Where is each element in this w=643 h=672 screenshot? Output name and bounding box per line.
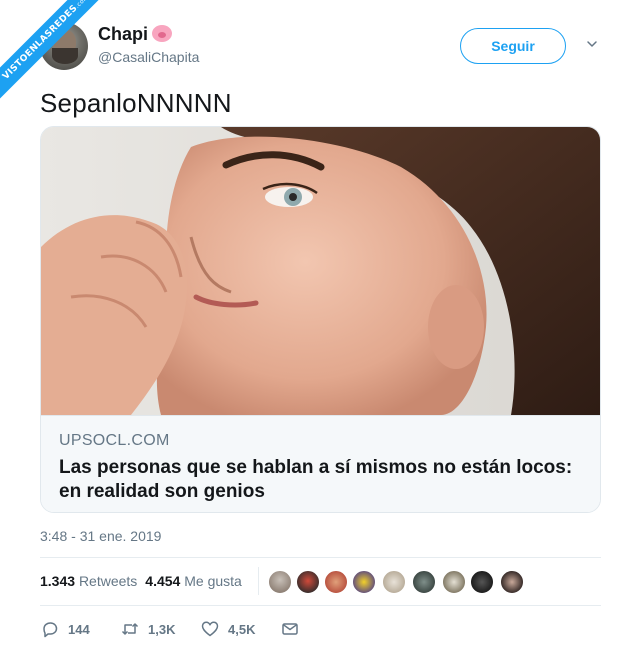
reply-button[interactable]: 144 — [40, 618, 90, 640]
retweets-count: 1.343 — [40, 573, 76, 589]
card-meta[interactable]: UPSOCL.COM Las personas que se hablan a … — [41, 415, 600, 512]
like-button[interactable]: 4,5K — [200, 618, 255, 640]
liker-avatar[interactable] — [296, 570, 320, 594]
author-name-row[interactable]: Chapi — [98, 24, 173, 45]
author-name[interactable]: Chapi — [98, 24, 148, 44]
divider-bottom — [40, 605, 601, 606]
card-title: Las personas que se hablan a sí mismos n… — [59, 457, 573, 502]
reply-icon — [43, 622, 58, 638]
author-handle[interactable]: @CasaliChapita — [98, 49, 199, 65]
liker-avatar[interactable] — [268, 570, 292, 594]
heart-icon — [201, 621, 219, 637]
like-count: 4,5K — [228, 621, 256, 637]
reply-count: 144 — [68, 621, 90, 637]
retweets-stat[interactable]: 1.343 Retweets — [40, 573, 137, 589]
liker-avatar[interactable] — [442, 570, 466, 594]
follow-button[interactable]: Seguir — [460, 28, 566, 64]
retweet-icon — [121, 623, 139, 635]
retweets-label: Retweets — [78, 573, 138, 589]
card-domain: UPSOCL.COM — [59, 432, 170, 449]
tweet-timestamp[interactable]: 3:48 - 31 ene. 2019 — [40, 528, 161, 544]
link-card[interactable]: UPSOCL.COM Las personas que se hablan a … — [40, 126, 601, 513]
card-image[interactable] — [41, 127, 600, 415]
retweet-count: 1,3K — [148, 621, 176, 637]
engagement-stats: 1.343 Retweets 4.454 Me gusta — [40, 573, 242, 589]
liker-avatar[interactable] — [352, 570, 376, 594]
liker-avatar[interactable] — [470, 570, 494, 594]
direct-message-button[interactable] — [280, 618, 300, 640]
likes-stat[interactable]: 4.454 Me gusta — [145, 573, 242, 589]
likers-divider — [258, 567, 259, 595]
liker-avatar[interactable] — [412, 570, 436, 594]
tweet-text: SepanloNNNNN — [40, 88, 232, 118]
liker-avatar[interactable] — [324, 570, 348, 594]
card-photo — [41, 127, 600, 415]
liker-avatar[interactable] — [382, 570, 406, 594]
pig-face-icon — [152, 25, 173, 42]
envelope-icon — [282, 623, 298, 635]
likes-label: Me gusta — [184, 573, 242, 589]
divider-top — [40, 557, 601, 558]
chevron-down-icon[interactable] — [586, 38, 598, 50]
avatar-beard — [52, 48, 78, 64]
likes-count: 4.454 — [145, 573, 181, 589]
liker-avatar[interactable] — [500, 570, 524, 594]
retweet-button[interactable]: 1,3K — [120, 618, 175, 640]
